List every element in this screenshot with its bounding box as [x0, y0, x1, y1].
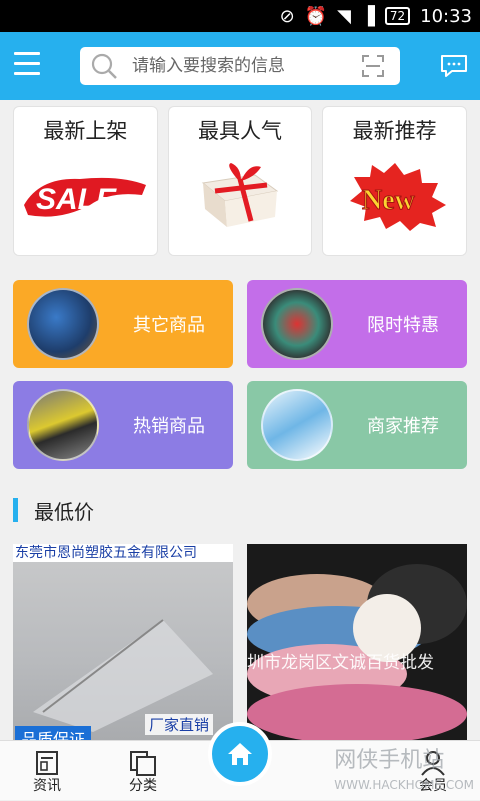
news-icon: [36, 751, 58, 775]
card-title: 最新推荐: [352, 119, 437, 143]
sale-image: SALE: [24, 177, 147, 217]
chat-icon: [441, 55, 467, 77]
battery-indicator: 72: [384, 7, 411, 25]
product-image: [247, 564, 467, 740]
mute-icon: ⊘: [279, 5, 295, 27]
product-list: 东莞市恩尚塑胶五金有限公司 厂家直销 品质保证 圳市龙岗区文诚百货批发: [13, 544, 467, 740]
tile-label: 商家推荐: [367, 416, 439, 437]
home-button[interactable]: [208, 722, 272, 786]
signal-icon: ▐: [361, 5, 375, 27]
feature-cards: 最新上架 SALE 最具人气 最新推荐 New: [13, 106, 468, 256]
gift-icon: [201, 163, 279, 227]
product-banner: 东莞市恩尚塑胶五金有限公司: [13, 544, 233, 562]
tab-news[interactable]: 资讯: [12, 741, 82, 801]
product-watermark: 圳市龙岗区文诚百货批发: [247, 653, 434, 673]
card-title: 最新上架: [43, 119, 128, 143]
status-bar: ⊘ ⏰ ◥ ▐ 72 10:33: [0, 0, 480, 32]
tile-label: 其它商品: [133, 315, 205, 336]
backpack-image: [27, 288, 99, 360]
tile-hot-sales[interactable]: 热销商品: [13, 381, 233, 469]
section-header: 最低价: [0, 490, 480, 530]
tile-other-goods[interactable]: 其它商品: [13, 280, 233, 368]
home-icon: [228, 743, 252, 765]
product-tag: 厂家直销: [144, 714, 213, 735]
product-card[interactable]: 圳市龙岗区文诚百货批发: [247, 544, 467, 740]
phone-image: [261, 389, 333, 461]
product-tag: 品质保证: [15, 726, 92, 740]
scan-icon[interactable]: [362, 55, 384, 77]
watermark-main: 网侠手机站: [334, 748, 445, 773]
tile-merchant-recommend[interactable]: 商家推荐: [247, 381, 467, 469]
search-box[interactable]: [80, 47, 400, 85]
tab-label: 资讯: [33, 778, 61, 794]
tab-label: 分类: [129, 778, 157, 794]
search-input[interactable]: [132, 56, 352, 76]
toys-image: [261, 288, 333, 360]
card-popular[interactable]: 最具人气: [167, 106, 313, 256]
sale-text: SALE: [36, 183, 117, 216]
clock: 10:33: [420, 5, 472, 27]
tile-limited-offer[interactable]: 限时特惠: [247, 280, 467, 368]
tile-label: 限时特惠: [367, 315, 439, 336]
search-icon: [84, 47, 124, 85]
new-text: New: [362, 185, 416, 216]
new-badge: New: [349, 163, 446, 231]
menu-button[interactable]: [14, 52, 40, 78]
tile-label: 热销商品: [133, 416, 205, 437]
card-new-arrivals[interactable]: 最新上架 SALE: [13, 106, 158, 256]
product-card[interactable]: 东莞市恩尚塑胶五金有限公司 厂家直销 品质保证: [13, 544, 233, 740]
alarm-icon: ⏰: [304, 5, 328, 27]
site-watermark: 网侠手机站 WWW.HACKHOME.COM: [334, 742, 474, 792]
section-accent: [13, 498, 18, 522]
card-title: 最具人气: [198, 119, 282, 143]
wifi-icon: ◥: [337, 5, 351, 27]
menu-icon: [14, 52, 40, 55]
category-icon: [130, 751, 156, 776]
message-button[interactable]: [438, 50, 470, 82]
section-title: 最低价: [34, 499, 94, 524]
top-bar: [0, 32, 480, 100]
category-grid: 其它商品 限时特惠 热销商品 商家推荐: [13, 280, 467, 469]
watermark-sub: WWW.HACKHOME.COM: [334, 778, 474, 792]
sneaker-image: [27, 389, 99, 461]
card-recommended[interactable]: 最新推荐 New: [322, 106, 468, 256]
tab-category[interactable]: 分类: [108, 741, 178, 801]
